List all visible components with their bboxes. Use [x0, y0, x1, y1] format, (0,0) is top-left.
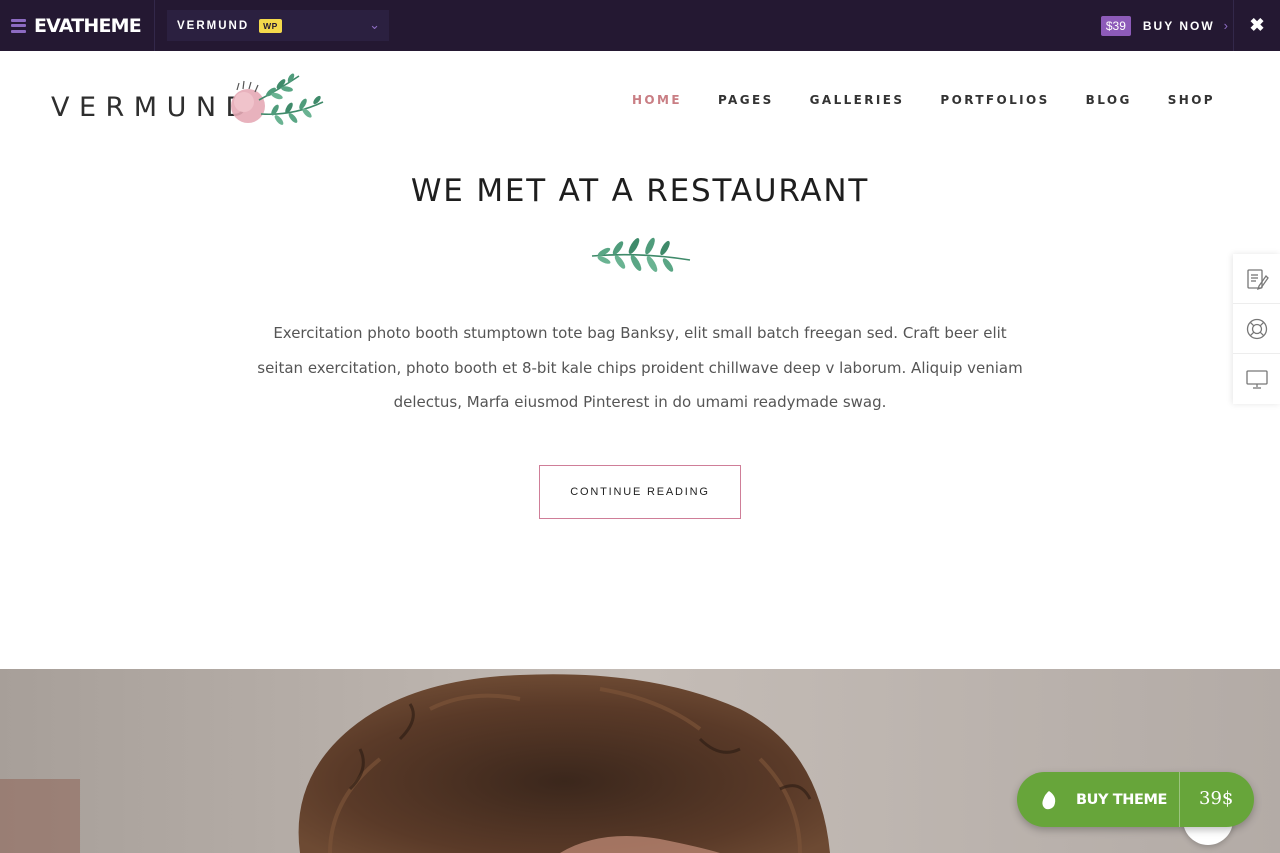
buy-theme-button[interactable]: BUY THEME 39$ — [1017, 772, 1254, 827]
side-toolbar — [1233, 254, 1280, 404]
post-excerpt: Exercitation photo booth stumptown tote … — [240, 316, 1040, 420]
nav-shop[interactable]: SHOP — [1168, 93, 1215, 107]
close-icon[interactable]: ✖ — [1233, 0, 1280, 51]
theme-selector[interactable]: VERMUND WP ⌄ — [167, 10, 389, 41]
monitor-icon[interactable] — [1233, 354, 1280, 404]
post-title[interactable]: WE MET AT A RESTAURANT — [0, 173, 1280, 209]
continue-reading-button[interactable]: CONTINUE READING — [539, 465, 741, 519]
theme-name: VERMUND — [177, 19, 250, 32]
main-nav: HOME PAGES GALLERIES PORTFOLIOS BLOG SHO… — [596, 93, 1215, 107]
buy-theme-label: BUY THEME — [1076, 791, 1168, 808]
buy-now-button[interactable]: $39 BUY NOW › — [1100, 0, 1228, 51]
nav-pages[interactable]: PAGES — [718, 93, 774, 107]
site-logo[interactable]: VERMUND — [51, 70, 331, 130]
excerpt-line: seitan exercitation, photo booth et 8-bi… — [257, 358, 1023, 377]
lifebuoy-icon[interactable] — [1233, 304, 1280, 354]
theme-demo-bar: EVATHEME VERMUND WP ⌄ $39 BUY NOW › ✖ — [0, 0, 1280, 51]
wp-badge: WP — [259, 18, 282, 33]
excerpt-line: Exercitation photo booth stumptown tote … — [273, 324, 1007, 342]
evatheme-brand[interactable]: EVATHEME — [0, 0, 155, 51]
brand-name: EVATHEME — [34, 14, 142, 37]
leaf-divider-icon — [591, 237, 691, 272]
menu-icon[interactable] — [11, 18, 26, 33]
divider — [1179, 772, 1180, 827]
chevron-right-icon: › — [1223, 18, 1228, 33]
leaf-icon — [1042, 790, 1056, 809]
nav-galleries[interactable]: GALLERIES — [810, 93, 905, 107]
buy-theme-price: 39$ — [1199, 788, 1234, 809]
nav-home[interactable]: HOME — [632, 93, 682, 107]
price-badge: $39 — [1100, 15, 1131, 36]
chevron-down-icon: ⌄ — [369, 17, 380, 32]
nav-blog[interactable]: BLOG — [1086, 93, 1132, 107]
buy-now-label: BUY NOW — [1142, 18, 1215, 33]
document-edit-icon[interactable] — [1233, 254, 1280, 304]
nav-portfolios[interactable]: PORTFOLIOS — [940, 93, 1049, 107]
floral-logo-icon — [231, 73, 324, 125]
excerpt-line: delectus, Marfa eiusmod Pinterest in do … — [393, 393, 887, 411]
